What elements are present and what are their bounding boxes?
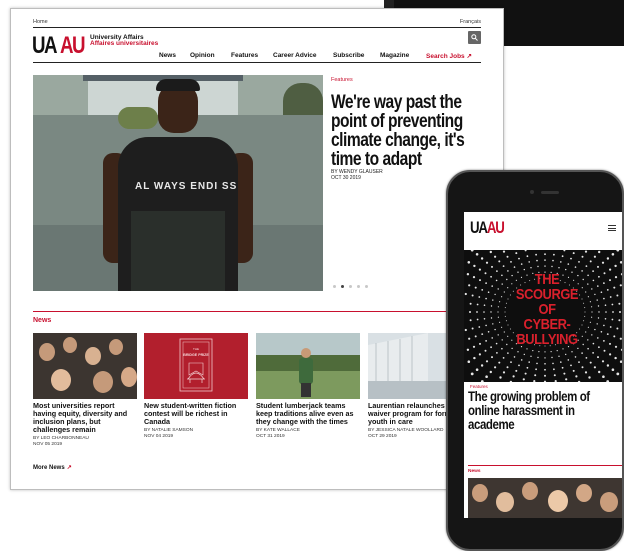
main-nav: News Opinion Features Career Advice Subs…: [159, 52, 481, 61]
nav-search-jobs[interactable]: Search Jobs ↗: [426, 52, 472, 60]
news-card-meta: BY LEO CHARBONNEAU NOV 05 2019: [33, 436, 137, 447]
news-card-title[interactable]: Most universities report having equity, …: [33, 402, 137, 434]
phone-device: UAAU THE SCOURGE OF CYBER- BULLYING Feat…: [446, 170, 624, 551]
more-news-link[interactable]: More News ↗: [33, 464, 72, 471]
bridge-prize-emblem: THE BRIDGE PRIZE: [179, 338, 213, 392]
logo-ua: UA: [32, 32, 57, 59]
section-divider: [33, 311, 481, 312]
logo-wordmark: University Affairs Affaires universitair…: [90, 34, 160, 48]
phone-speaker: [541, 191, 559, 194]
section-divider: [468, 465, 622, 466]
language-link[interactable]: Français: [460, 19, 481, 25]
divider: [33, 27, 481, 28]
search-icon: [471, 34, 478, 41]
lumberjack-photo: [256, 333, 360, 399]
news-card-date: NOV 05 2019: [33, 441, 63, 447]
search-button[interactable]: [468, 31, 481, 44]
news-card[interactable]: Most universities report having equity, …: [33, 333, 137, 447]
news-card-image[interactable]: THE BRIDGE PRIZE: [144, 333, 248, 399]
external-arrow-icon: ↗: [66, 465, 72, 471]
hero-person-cap: [156, 79, 200, 91]
carousel-dot[interactable]: [349, 285, 352, 288]
news-section-label: News: [33, 317, 52, 324]
hero-image[interactable]: AL WAYS ENDI SS: [33, 75, 323, 291]
hero-shrub: [118, 107, 158, 129]
mobile-hero-image[interactable]: THE SCOURGE OF CYBER- BULLYING: [464, 250, 622, 382]
nav-opinion[interactable]: Opinion: [190, 52, 215, 59]
news-card-meta: BY NATALIE SAMSON NOV 04 2019: [144, 428, 248, 439]
emblem-text-main: BRIDGE PRIZE: [183, 353, 209, 357]
news-card-title[interactable]: New student-written fiction contest will…: [144, 402, 248, 426]
mobile-article-title[interactable]: The growing problem of online harassment…: [468, 389, 616, 431]
mobile-logo[interactable]: UAAU: [470, 219, 505, 237]
hero-article: Features We're way past the point of pre…: [331, 77, 491, 181]
phone-camera-icon: [530, 190, 534, 194]
news-card[interactable]: Student lumberjack teams keep traditions…: [256, 333, 360, 439]
news-card-title[interactable]: Student lumberjack teams keep traditions…: [256, 402, 360, 426]
hero-title[interactable]: We're way past the point of preventing c…: [331, 93, 487, 169]
carousel-dot[interactable]: [365, 285, 368, 288]
mobile-news-image[interactable]: [468, 478, 622, 518]
mobile-news-label: News: [468, 469, 481, 474]
news-card-image[interactable]: [33, 333, 137, 399]
divider: [33, 62, 481, 63]
logo-name-fr: Affaires universitaires: [90, 40, 159, 48]
mobile-hero-headline: THE SCOURGE OF CYBER- BULLYING: [515, 271, 579, 348]
news-card-meta: BY KATE WALLACE OCT 31 2019: [256, 428, 360, 439]
hero-byline-block: BY WENDY GLAUSER OCT 30 2019: [331, 169, 383, 181]
home-link[interactable]: Home: [33, 19, 48, 25]
hero-date: OCT 30 2019: [331, 175, 361, 181]
nav-features[interactable]: Features: [231, 52, 258, 59]
hero-shirt-text: AL WAYS ENDI SS: [135, 181, 238, 192]
desktop-screen: Home Français UA AU University Affairs A…: [10, 8, 504, 490]
news-card-date: NOV 04 2019: [144, 433, 174, 439]
carousel-dot[interactable]: [357, 285, 360, 288]
hero-category[interactable]: Features: [331, 77, 491, 83]
nav-subscribe[interactable]: Subscribe: [333, 52, 364, 59]
nav-news[interactable]: News: [159, 52, 176, 59]
news-card[interactable]: THE BRIDGE PRIZE New student-written fic…: [144, 333, 248, 439]
logo-au: AU: [60, 32, 85, 59]
carousel-dot[interactable]: [333, 285, 336, 288]
nav-magazine[interactable]: Magazine: [380, 52, 409, 59]
utility-bar: Home Français: [33, 19, 481, 27]
phone-screen: UAAU THE SCOURGE OF CYBER- BULLYING Feat…: [464, 212, 622, 518]
hero-person-waders: [131, 211, 225, 291]
more-news-label: More News: [33, 465, 65, 471]
emblem-text-top: THE: [193, 347, 199, 351]
news-card-date: OCT 31 2019: [256, 433, 285, 439]
hamburger-menu-icon[interactable]: [608, 225, 616, 231]
carousel-dot[interactable]: [341, 285, 344, 288]
nav-career-advice[interactable]: Career Advice: [273, 52, 316, 59]
news-card-image[interactable]: [256, 333, 360, 399]
